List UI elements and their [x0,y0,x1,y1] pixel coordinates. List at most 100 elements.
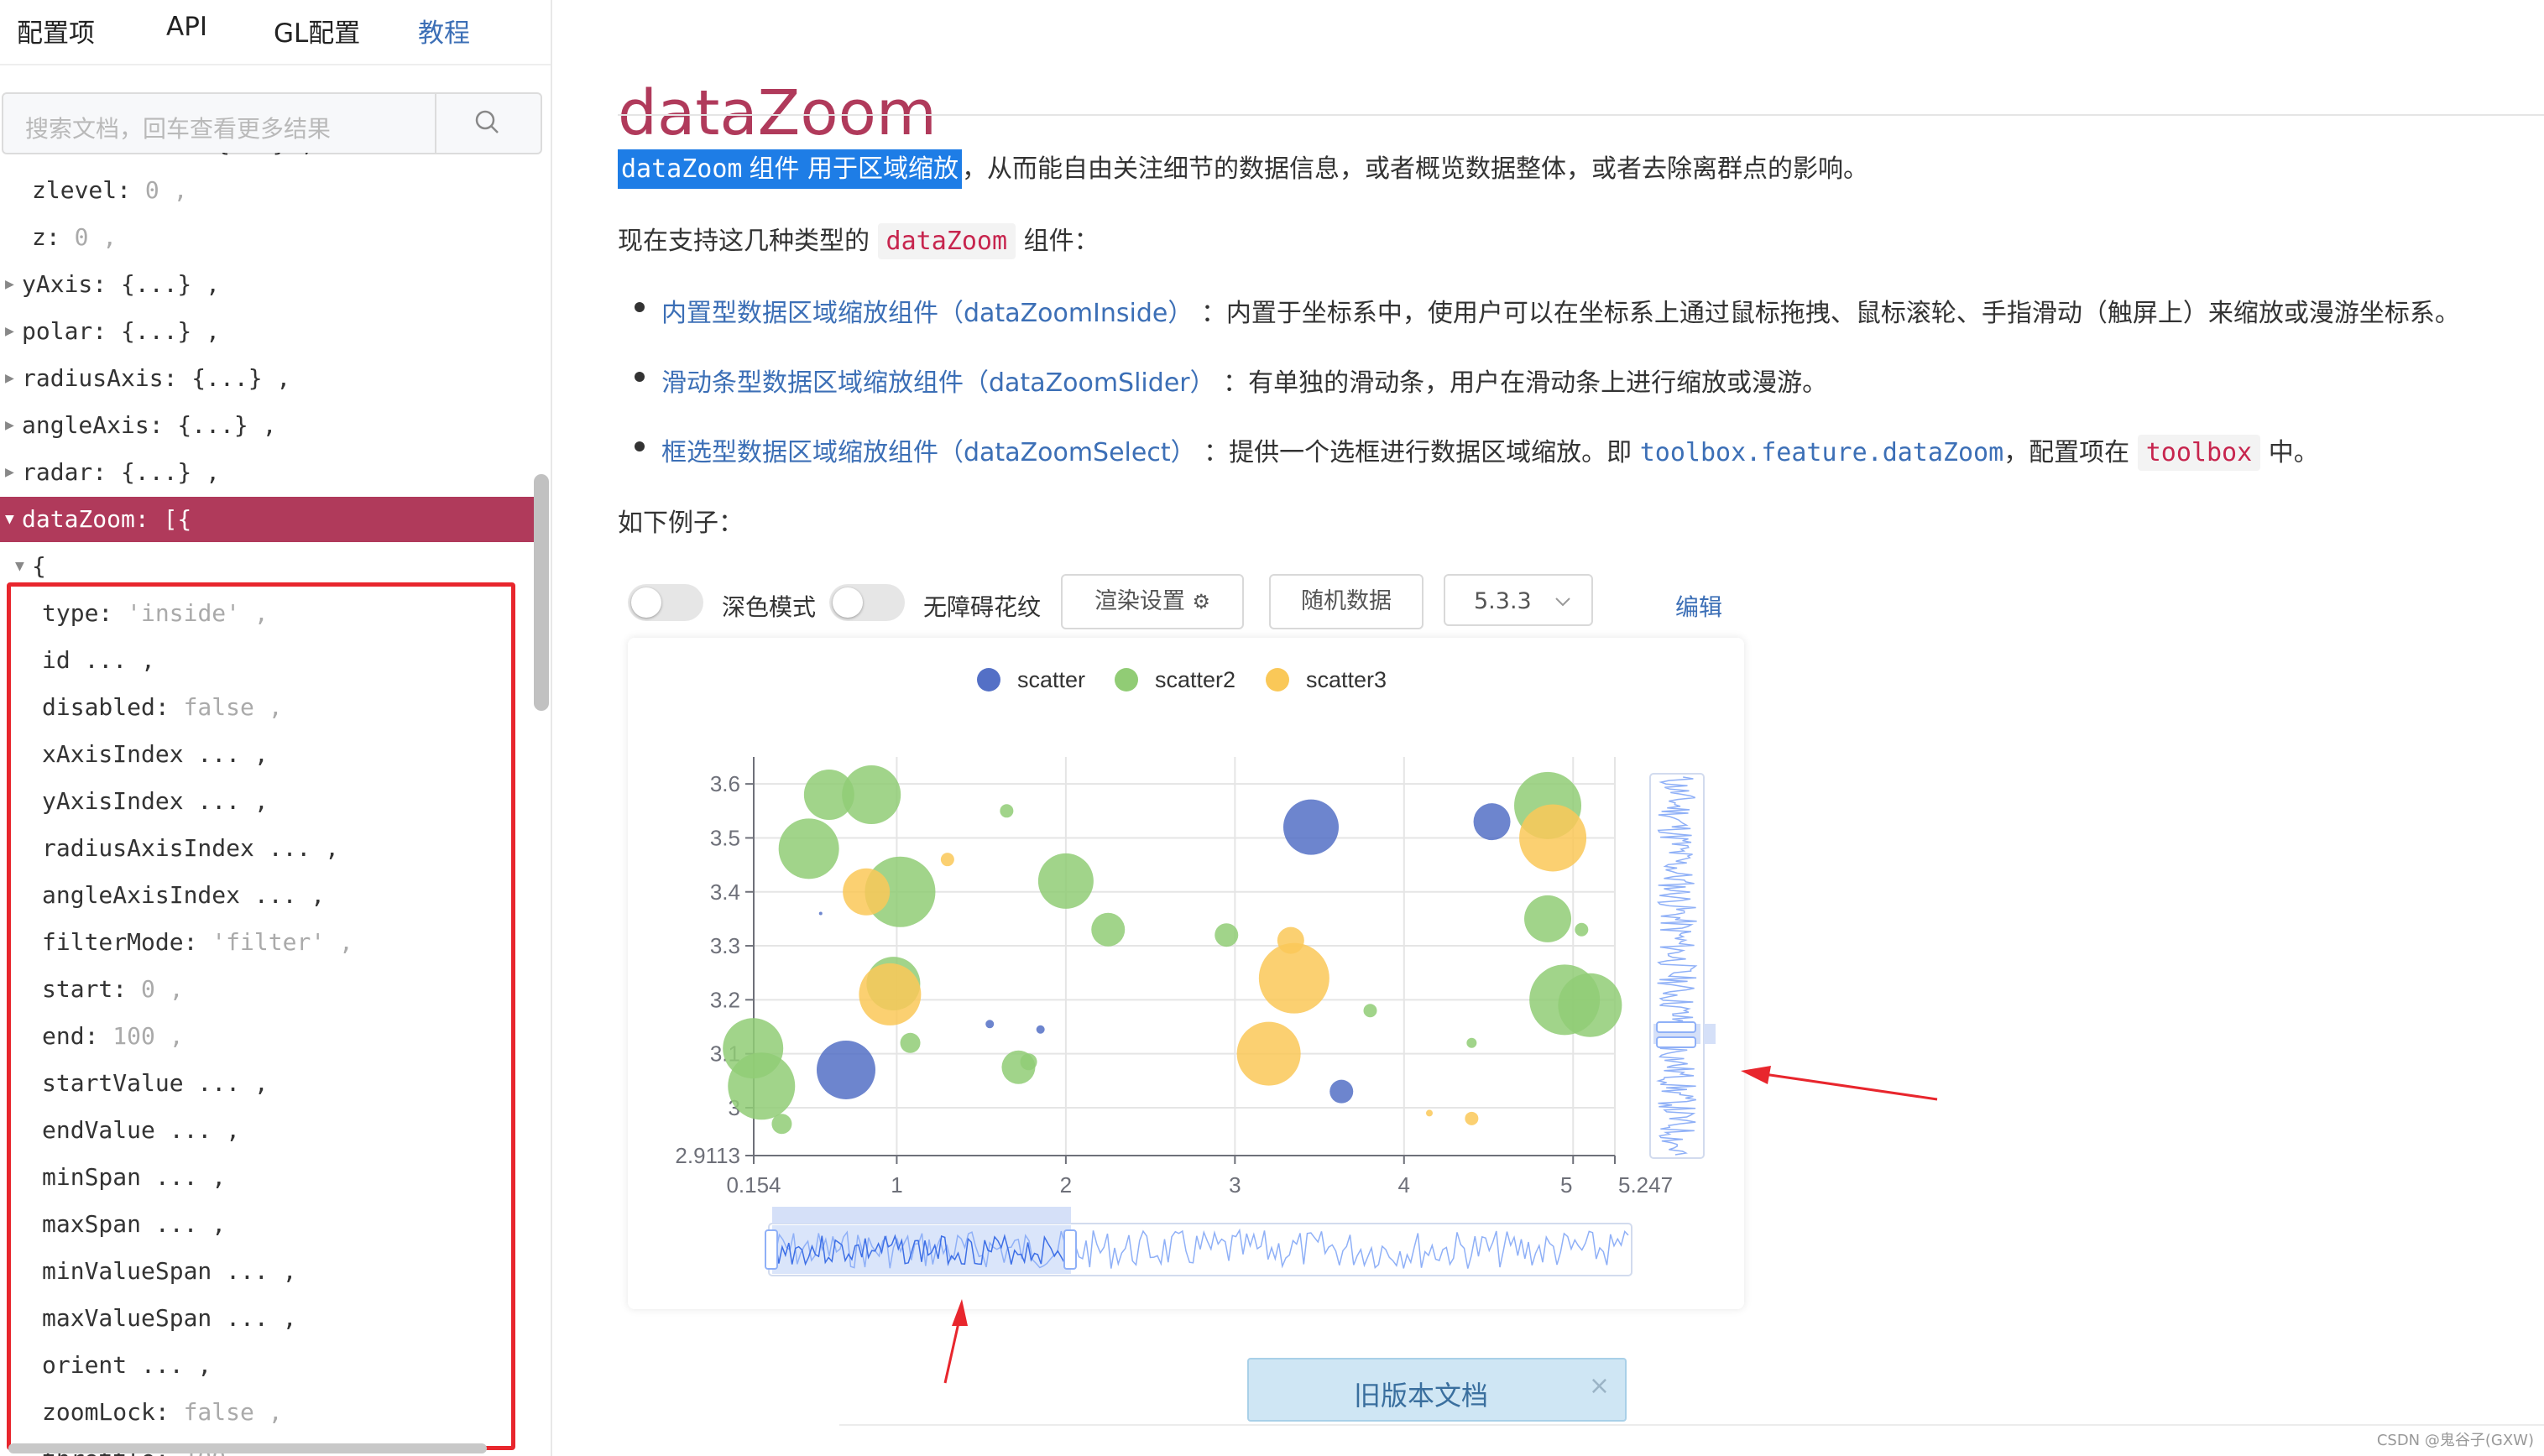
tree-label: z: 0 , [32,223,118,251]
horizontal-scrollbar[interactable] [8,1443,487,1453]
legend-label[interactable]: scatter [1017,667,1085,692]
x-tick-label: 5 [1560,1172,1572,1198]
tree-label: yAxis: {...} , [22,270,221,298]
scatter-point[interactable] [816,1040,875,1099]
scatter-point[interactable] [1519,804,1587,872]
tree-row[interactable]: ▶ polar: {...} , [0,309,537,354]
tree-label: radar: {...} , [22,458,221,486]
scatter-point[interactable] [1282,799,1339,855]
tab-tutorial[interactable]: 教程 [418,12,470,50]
caret-right-icon[interactable]: ▶ [5,450,14,495]
search-button[interactable] [435,94,541,153]
tab-gl-option[interactable]: GL配置 [274,12,360,50]
caret-right-icon[interactable]: ▶ [15,153,24,166]
inline-code-toolbox: toolbox [2137,435,2261,471]
scatter-point[interactable] [1465,1111,1479,1125]
scatter-point[interactable] [818,911,823,916]
legend-label[interactable]: scatter3 [1306,667,1387,692]
y-tick-label: 3.2 [710,987,740,1012]
chart-card: scatter scatter2 scatter3 0.154 1 2 3 4 5 5.247 2.… [628,638,1744,1309]
tree-label: polar: {...} , [22,317,221,345]
edit-link[interactable]: 编辑 [1675,589,1722,623]
scatter-point[interactable] [940,853,954,867]
aria-toggle[interactable] [829,584,905,621]
scatter-point[interactable] [1258,942,1329,1014]
caret-right-icon[interactable]: ▶ [5,262,14,307]
scatter-point[interactable] [859,963,922,1025]
tree-row[interactable]: z: 0 , [0,215,537,260]
dark-mode-toggle[interactable] [628,584,703,621]
link-toolbox-feature[interactable]: toolbox.feature.dataZoom [1640,438,2003,467]
example-toolbar: 深色模式 无障碍花纹 渲染设置 ⚙ 随机数据 5.3.3 编辑 [628,574,1803,629]
version-select[interactable]: 5.3.3 [1444,574,1593,626]
y-tick-label: 3.4 [710,879,740,905]
old-docs-banner[interactable]: 旧版本文档 × [1247,1358,1627,1422]
scatter-point[interactable] [728,1052,796,1120]
scatter-point[interactable] [900,1032,921,1053]
tree-row[interactable]: ▼ dataZoom: [{ [0,497,537,542]
y-slider-handle-top[interactable] [1656,1021,1696,1033]
scatter-point[interactable] [1215,923,1239,947]
scatter-point[interactable] [1329,1079,1354,1104]
random-data-button[interactable]: 随机数据 [1269,574,1423,629]
vertical-scrollbar[interactable] [534,474,549,711]
red-highlight-box [7,582,515,1450]
link-datazoom-select[interactable]: 框选型数据区域缩放组件（dataZoomSelect） [661,438,1196,467]
scatter-point[interactable] [1277,926,1304,954]
chevron-down-icon [1555,598,1570,607]
scatter-point[interactable] [1020,1053,1037,1071]
tree-row[interactable]: ▶ axisPointer: {...} , [0,153,537,166]
scatter-point[interactable] [771,1114,792,1135]
caret-right-icon[interactable]: ▶ [5,403,14,448]
scatter-point[interactable] [1037,853,1094,909]
bullet-desc: 中。 [2268,438,2319,467]
caret-right-icon[interactable]: ▶ [5,356,14,401]
x-slider-move-bar[interactable] [772,1207,1071,1224]
legend-marker[interactable] [977,668,1000,691]
scatter-point[interactable] [1558,973,1622,1037]
scatter-point[interactable] [985,1020,995,1029]
y-tick-label: 3.3 [710,933,740,958]
scatter-point[interactable] [778,818,839,879]
scatter-point[interactable] [843,868,891,916]
scatter-point[interactable] [1575,922,1589,937]
bullet-dot [635,302,645,312]
tree-label: radiusAxis: {...} , [22,364,291,392]
scatter-point[interactable] [1466,1037,1477,1048]
close-icon[interactable]: × [1589,1371,1610,1401]
scatter-point[interactable] [1363,1004,1377,1018]
link-datazoom-slider[interactable]: 滑动条型数据区域缩放组件（dataZoomSlider） [661,368,1215,398]
scatter-point[interactable] [1236,1021,1301,1086]
y-slider-handle-bottom[interactable] [1656,1036,1696,1048]
old-docs-label[interactable]: 旧版本文档 [1249,1375,1593,1413]
bullet-desc: ：有单独的滑动条，用户在滑动条上进行缩放或漫游。 [1223,368,1828,398]
tab-option[interactable]: 配置项 [17,12,95,50]
tree-row[interactable]: zlevel: 0 , [0,168,537,213]
legend-marker[interactable] [1115,668,1138,691]
caret-down-icon[interactable]: ▼ [5,497,14,542]
version-value: 5.3.3 [1474,588,1532,614]
search-input[interactable]: 搜索文档，回车查看更多结果 [25,111,331,144]
scatter-point[interactable] [1426,1109,1434,1117]
tab-api[interactable]: API [166,12,207,42]
caret-right-icon[interactable]: ▶ [5,309,14,354]
tree-row[interactable]: ▶ radar: {...} , [0,450,537,495]
scatter-point[interactable] [1091,912,1126,947]
link-datazoom-inside[interactable]: 内置型数据区域缩放组件（dataZoomInside） [661,299,1193,328]
scatter-point[interactable] [1000,804,1014,818]
tree-row[interactable]: ▶ radiusAxis: {...} , [0,356,537,401]
scatter-chart[interactable]: scatter scatter2 scatter3 0.154 1 2 3 4 5 5.247 2.… [628,638,1744,1309]
render-settings-button[interactable]: 渲染设置 ⚙ [1061,574,1244,629]
tree-row[interactable]: ▶ angleAxis: {...} , [0,403,537,448]
legend-marker[interactable] [1266,668,1289,691]
x-slider-handle-left[interactable] [765,1229,778,1270]
scatter-point[interactable] [1524,895,1572,942]
types-text-post: 组件： [1023,227,1100,256]
scatter-point[interactable] [1036,1025,1045,1034]
legend-label[interactable]: scatter2 [1155,667,1235,692]
scatter-point[interactable] [842,765,901,825]
x-slider-handle-right[interactable] [1063,1229,1077,1270]
scatter-point[interactable] [1473,803,1511,841]
y-slider-move-bar[interactable] [1704,1024,1716,1044]
tree-row[interactable]: ▶ yAxis: {...} , [0,262,537,307]
